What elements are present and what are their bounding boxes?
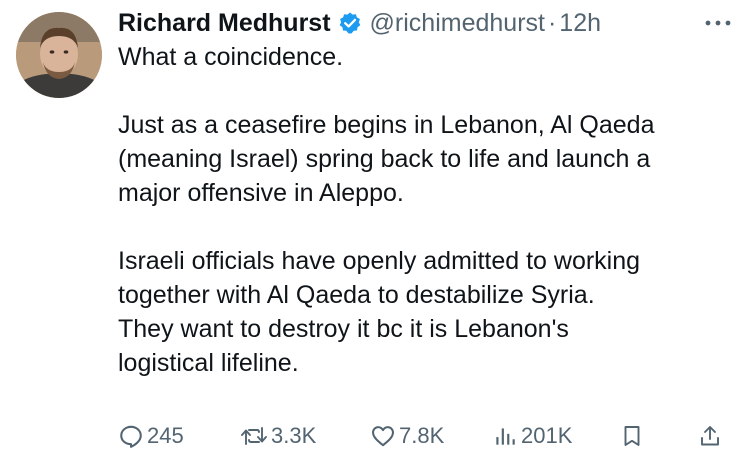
like-button[interactable]: 7.8K xyxy=(370,419,444,453)
reply-icon xyxy=(120,425,142,448)
tweet-paragraph: Just as a ceasefire begins in Lebanon, A… xyxy=(118,111,655,207)
verified-badge-icon xyxy=(338,11,362,35)
tweet-paragraph: Israeli officials have openly admitted t… xyxy=(118,247,641,377)
share-button[interactable] xyxy=(698,419,725,453)
heart-icon xyxy=(372,426,394,447)
avatar[interactable] xyxy=(16,12,102,98)
reply-count: 245 xyxy=(147,423,184,448)
retweet-button[interactable]: 3.3K xyxy=(240,419,316,453)
retweet-count: 3.3K xyxy=(271,423,317,448)
share-icon xyxy=(701,426,719,446)
author-handle[interactable]: @richimedhurst xyxy=(370,9,545,38)
like-count: 7.8K xyxy=(399,423,445,448)
tweet-header: Richard Medhurst @richimedhurst · 12h xyxy=(118,6,601,40)
bookmark-icon xyxy=(624,426,640,446)
bookmark-button[interactable] xyxy=(620,419,647,453)
tweet-paragraph: What a coincidence. xyxy=(118,43,344,71)
tweet-text: What a coincidence. Just as a ceasefire … xyxy=(118,40,738,380)
action-bar: 245 3.3K 7.8K 201K xyxy=(118,419,738,453)
timestamp[interactable]: 12h xyxy=(559,9,601,38)
author-name[interactable]: Richard Medhurst xyxy=(118,9,331,38)
views-count: 201K xyxy=(521,423,573,448)
views-button[interactable]: 201K xyxy=(492,419,572,453)
reply-button[interactable]: 245 xyxy=(118,419,184,453)
tweet: Richard Medhurst @richimedhurst · 12h Wh… xyxy=(0,0,750,462)
retweet-icon xyxy=(241,427,267,445)
separator-dot: · xyxy=(547,8,557,37)
views-chart-icon xyxy=(496,428,515,445)
more-options-icon[interactable] xyxy=(700,10,736,36)
